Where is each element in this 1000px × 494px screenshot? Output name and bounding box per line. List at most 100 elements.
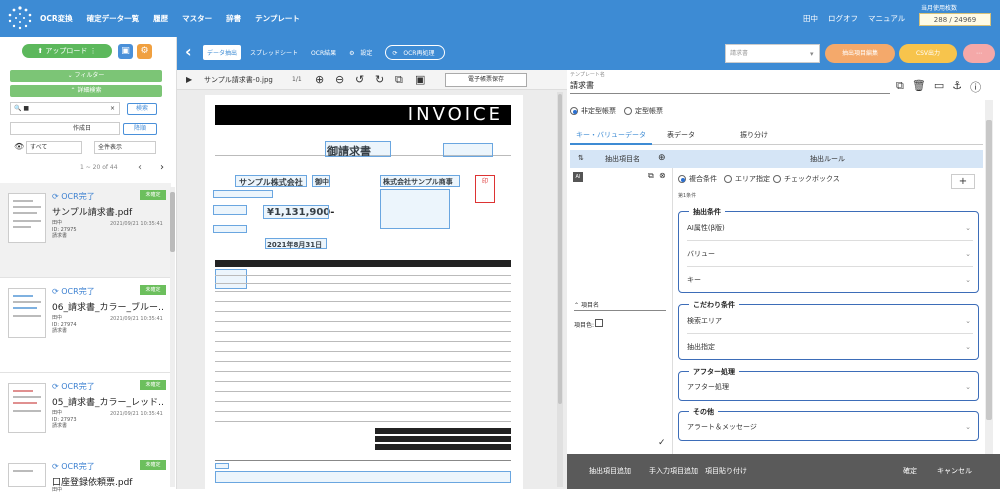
file-card[interactable]: ⟳ OCR完了 未確定 06_請求書_カラー_ブルー… 田中 ID: 27974 請… <box>0 278 171 373</box>
add-item-icon[interactable]: ⊕ <box>658 153 666 163</box>
zoom-out-icon[interactable]: ⊖ <box>335 73 344 86</box>
zoom-in-icon[interactable]: ⊕ <box>315 73 324 86</box>
settings-button[interactable]: ⚙ 設定 <box>345 45 380 60</box>
file-card[interactable]: ⟳ OCR完了 未確定 口座登録依頼票.pdf 田中 <box>0 453 171 493</box>
sort-select[interactable]: 作成日 <box>10 122 120 135</box>
file-thumbnail <box>8 383 46 433</box>
section-after-process: アフター処理 アフター処理 ⌄ <box>678 367 979 401</box>
tab-sorting[interactable]: 振り分け <box>740 130 768 140</box>
nav-template[interactable]: テンプレート <box>255 13 300 24</box>
user-name[interactable]: 田中 <box>803 13 818 24</box>
rule-value[interactable]: バリュー ⌄ <box>687 242 973 267</box>
file-thumbnail <box>8 288 46 338</box>
item-color-swatch[interactable] <box>595 319 603 327</box>
rule-ai-attr[interactable]: AI属性(β版) ⌄ <box>687 216 973 241</box>
logoff-link[interactable]: ログオフ <box>828 13 858 24</box>
count-select[interactable]: 全件表示 <box>94 141 156 154</box>
prev-page-icon[interactable]: ‹ <box>138 162 142 173</box>
file-date: 2021/09/21 10:35:41 <box>110 411 163 417</box>
tab-table-data[interactable]: 表データ <box>667 130 695 140</box>
anchor-icon[interactable]: ⚓ <box>952 79 962 95</box>
search-button[interactable]: 検索 <box>127 103 157 115</box>
file-name: 06_請求書_カラー_ブルー… <box>52 303 164 313</box>
collapse-icon[interactable]: ▶ <box>186 75 192 84</box>
sort-order-button[interactable]: 降順 <box>123 123 157 135</box>
section-preferences: こだわり条件 検索エリア ⌄ 抽出指定 ⌄ <box>678 300 979 360</box>
trash-icon[interactable]: 🗑 <box>912 79 926 95</box>
filter-bar[interactable]: ⌄ フィルター <box>10 70 162 82</box>
image-icon[interactable]: ▣ <box>415 73 425 86</box>
settings-icon[interactable]: ⚙ <box>137 44 152 59</box>
rule-search-area[interactable]: 検索エリア ⌄ <box>687 309 973 334</box>
add-item-button[interactable]: 抽出項目追加 <box>589 466 631 476</box>
app-logo <box>8 6 32 30</box>
nav-confirmed[interactable]: 確定データ一覧 <box>87 13 140 24</box>
opt-composite[interactable]: 複合条件 <box>678 174 717 184</box>
sort-icon[interactable]: ⇅ <box>578 154 584 162</box>
condition-1-label: 第1条件 <box>678 193 697 199</box>
rule-alert-message[interactable]: アラート＆メッセージ ⌄ <box>687 415 973 440</box>
usage-label: 当月使用枚数 <box>921 5 958 12</box>
file-thumbnail <box>8 193 46 243</box>
reocr-button[interactable]: ⟳ OCR再処理 <box>385 45 446 60</box>
pager-text: 1 ~ 20 of 44 <box>80 164 118 171</box>
nav-master[interactable]: マスター <box>182 13 212 24</box>
nav-history[interactable]: 履歴 <box>153 13 168 24</box>
nav-dictionary[interactable]: 辞書 <box>226 13 241 24</box>
tab-spreadsheet[interactable]: スプレッドシート <box>246 45 302 60</box>
tab-ocr-result[interactable]: OCR結果 <box>307 45 340 60</box>
page-indicator: 1/1 <box>292 76 302 83</box>
copy-icon[interactable]: ⧉ <box>648 171 654 181</box>
crop-icon[interactable]: ⧉ <box>395 73 403 87</box>
camera-icon[interactable]: ▣ <box>118 44 133 59</box>
rule-extract-spec[interactable]: 抽出指定 ⌄ <box>687 335 973 360</box>
nav-ocr[interactable]: OCR変換 <box>40 13 73 24</box>
radio-non-fixed[interactable]: 非定型帳票 <box>570 106 616 116</box>
template-name-input[interactable]: 請求書 <box>570 80 890 94</box>
add-manual-item-button[interactable]: 手入力項目追加 <box>649 466 698 476</box>
tab-data-extract[interactable]: データ抽出 <box>203 45 242 60</box>
sidebar-scrollbar[interactable] <box>170 187 175 487</box>
item-name-label: ⌃ 項目名 <box>574 302 599 309</box>
upload-button[interactable]: ⬆ アップロード ⋮ <box>22 44 112 58</box>
advanced-search-bar[interactable]: ⌃ 詳細検索 <box>10 85 162 97</box>
rule-key[interactable]: キー ⌄ <box>687 268 973 293</box>
file-card[interactable]: ⟳ OCR完了 未確定 サンプル請求書.pdf 田中 ID: 27975 請求書 2… <box>0 183 171 278</box>
template-select[interactable]: 請求書 <box>725 44 820 63</box>
search-input[interactable]: 🔍 ■ × <box>10 102 120 115</box>
view-select[interactable]: すべて <box>26 141 82 154</box>
tab-key-value[interactable]: キー・バリューデータ <box>576 130 646 140</box>
next-page-icon[interactable]: › <box>160 162 164 173</box>
rotate-left-icon[interactable]: ↺ <box>355 73 364 86</box>
rule-panel: 複合条件 エリア指定 チェックボックス + 第1条件 抽出条件 AI属性(β版)… <box>674 168 983 454</box>
edit-items-button[interactable]: 抽出項目編集 <box>825 44 895 63</box>
more-button[interactable]: ⋯ <box>963 44 995 63</box>
item-list: AI ⧉ ⊗ ⌃ 項目名 項目色: ✓ <box>570 168 673 454</box>
check-icon: ✓ <box>658 438 666 448</box>
copy-icon[interactable]: ⧉ <box>896 79 904 95</box>
opt-checkbox[interactable]: チェックボックス <box>773 174 840 184</box>
usage-count: 288 / 24969 <box>919 13 991 26</box>
opt-area[interactable]: エリア指定 <box>724 174 770 184</box>
eye-icon: 👁 <box>14 142 25 151</box>
save-ebook-button[interactable]: 電子帳票保存 <box>445 73 527 87</box>
back-chevron-icon[interactable]: ‹ <box>185 42 192 61</box>
file-meta: 田中 <box>52 487 63 493</box>
confirm-button[interactable]: 確定 <box>903 466 917 476</box>
add-condition-button[interactable]: + <box>951 174 975 189</box>
close-icon[interactable]: ⊗ <box>659 171 666 180</box>
radio-fixed[interactable]: 定型帳票 <box>624 106 663 116</box>
extraction-panel: テンプレート名 請求書 ⧉ 🗑 ▭ ⚓ ⓘ 非定型帳票 定型帳票 キー・バリュー… <box>567 70 1000 489</box>
csv-export-button[interactable]: CSV出力 <box>899 44 957 63</box>
viewer-scrollbar[interactable] <box>557 92 563 487</box>
window-icon[interactable]: ▭ <box>934 79 944 95</box>
status-badge: 未確定 <box>140 460 166 470</box>
manual-link[interactable]: マニュアル <box>868 13 905 24</box>
bottom-bar: 抽出項目追加 手入力項目追加 項目貼り付け 確定 キャンセル <box>567 454 1000 489</box>
rotate-right-icon[interactable]: ↻ <box>375 73 384 86</box>
rule-after-process[interactable]: アフター処理 ⌄ <box>687 375 973 400</box>
paste-item-button[interactable]: 項目貼り付け <box>705 466 747 476</box>
panel-scrollbar[interactable] <box>985 100 993 454</box>
info-icon[interactable]: ⓘ <box>970 79 981 95</box>
cancel-button[interactable]: キャンセル <box>937 466 972 476</box>
